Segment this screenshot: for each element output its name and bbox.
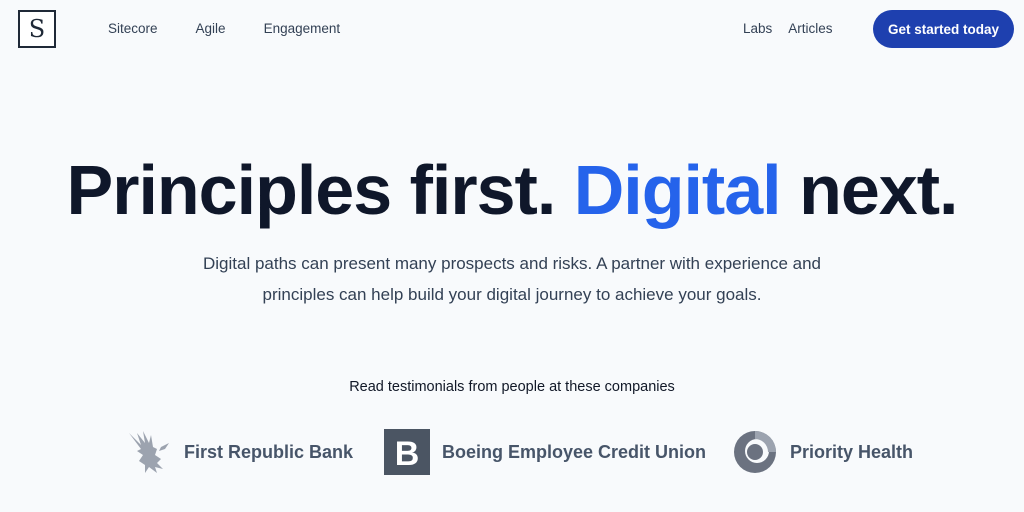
- nav-link-articles[interactable]: Articles: [788, 20, 832, 38]
- company-boeing-employee-credit-union[interactable]: B Boeing Employee Credit Union: [384, 428, 706, 476]
- site-logo[interactable]: S: [18, 10, 56, 48]
- hero-title: Principles first. Digital next.: [0, 150, 1024, 230]
- eagle-icon: [126, 429, 172, 475]
- company-name: Boeing Employee Credit Union: [442, 441, 707, 462]
- company-name: First Republic Bank: [184, 441, 354, 462]
- nav-link-agile[interactable]: Agile: [196, 20, 226, 38]
- company-first-republic-bank[interactable]: First Republic Bank: [126, 428, 353, 476]
- swirl-icon: [732, 429, 778, 475]
- hero-title-part2: next.: [780, 151, 958, 229]
- secondary-nav: Labs Articles: [743, 20, 833, 38]
- testimonials-heading: Read testimonials from people at these c…: [349, 379, 675, 395]
- primary-nav: Sitecore Agile Engagement: [108, 20, 340, 38]
- company-name: Priority Health: [790, 441, 914, 462]
- get-started-button[interactable]: Get started today: [873, 10, 1014, 48]
- nav-link-labs[interactable]: Labs: [743, 20, 772, 38]
- b-logo-icon: B: [384, 429, 430, 475]
- nav-link-engagement[interactable]: Engagement: [264, 20, 341, 38]
- page: S Sitecore Agile Engagement Labs Article…: [0, 0, 1024, 512]
- company-priority-health[interactable]: Priority Health: [732, 428, 913, 476]
- company-logos: First Republic Bank B Boeing Employee Cr…: [0, 428, 1024, 476]
- hero-title-part1: Principles first.: [66, 151, 574, 229]
- svg-text:B: B: [395, 435, 420, 473]
- site-header: S Sitecore Agile Engagement Labs Article…: [0, 0, 1024, 58]
- hero-title-accent: Digital: [573, 151, 782, 229]
- hero-subtitle: Digital paths can present many prospects…: [202, 254, 821, 304]
- nav-link-sitecore[interactable]: Sitecore: [108, 20, 158, 38]
